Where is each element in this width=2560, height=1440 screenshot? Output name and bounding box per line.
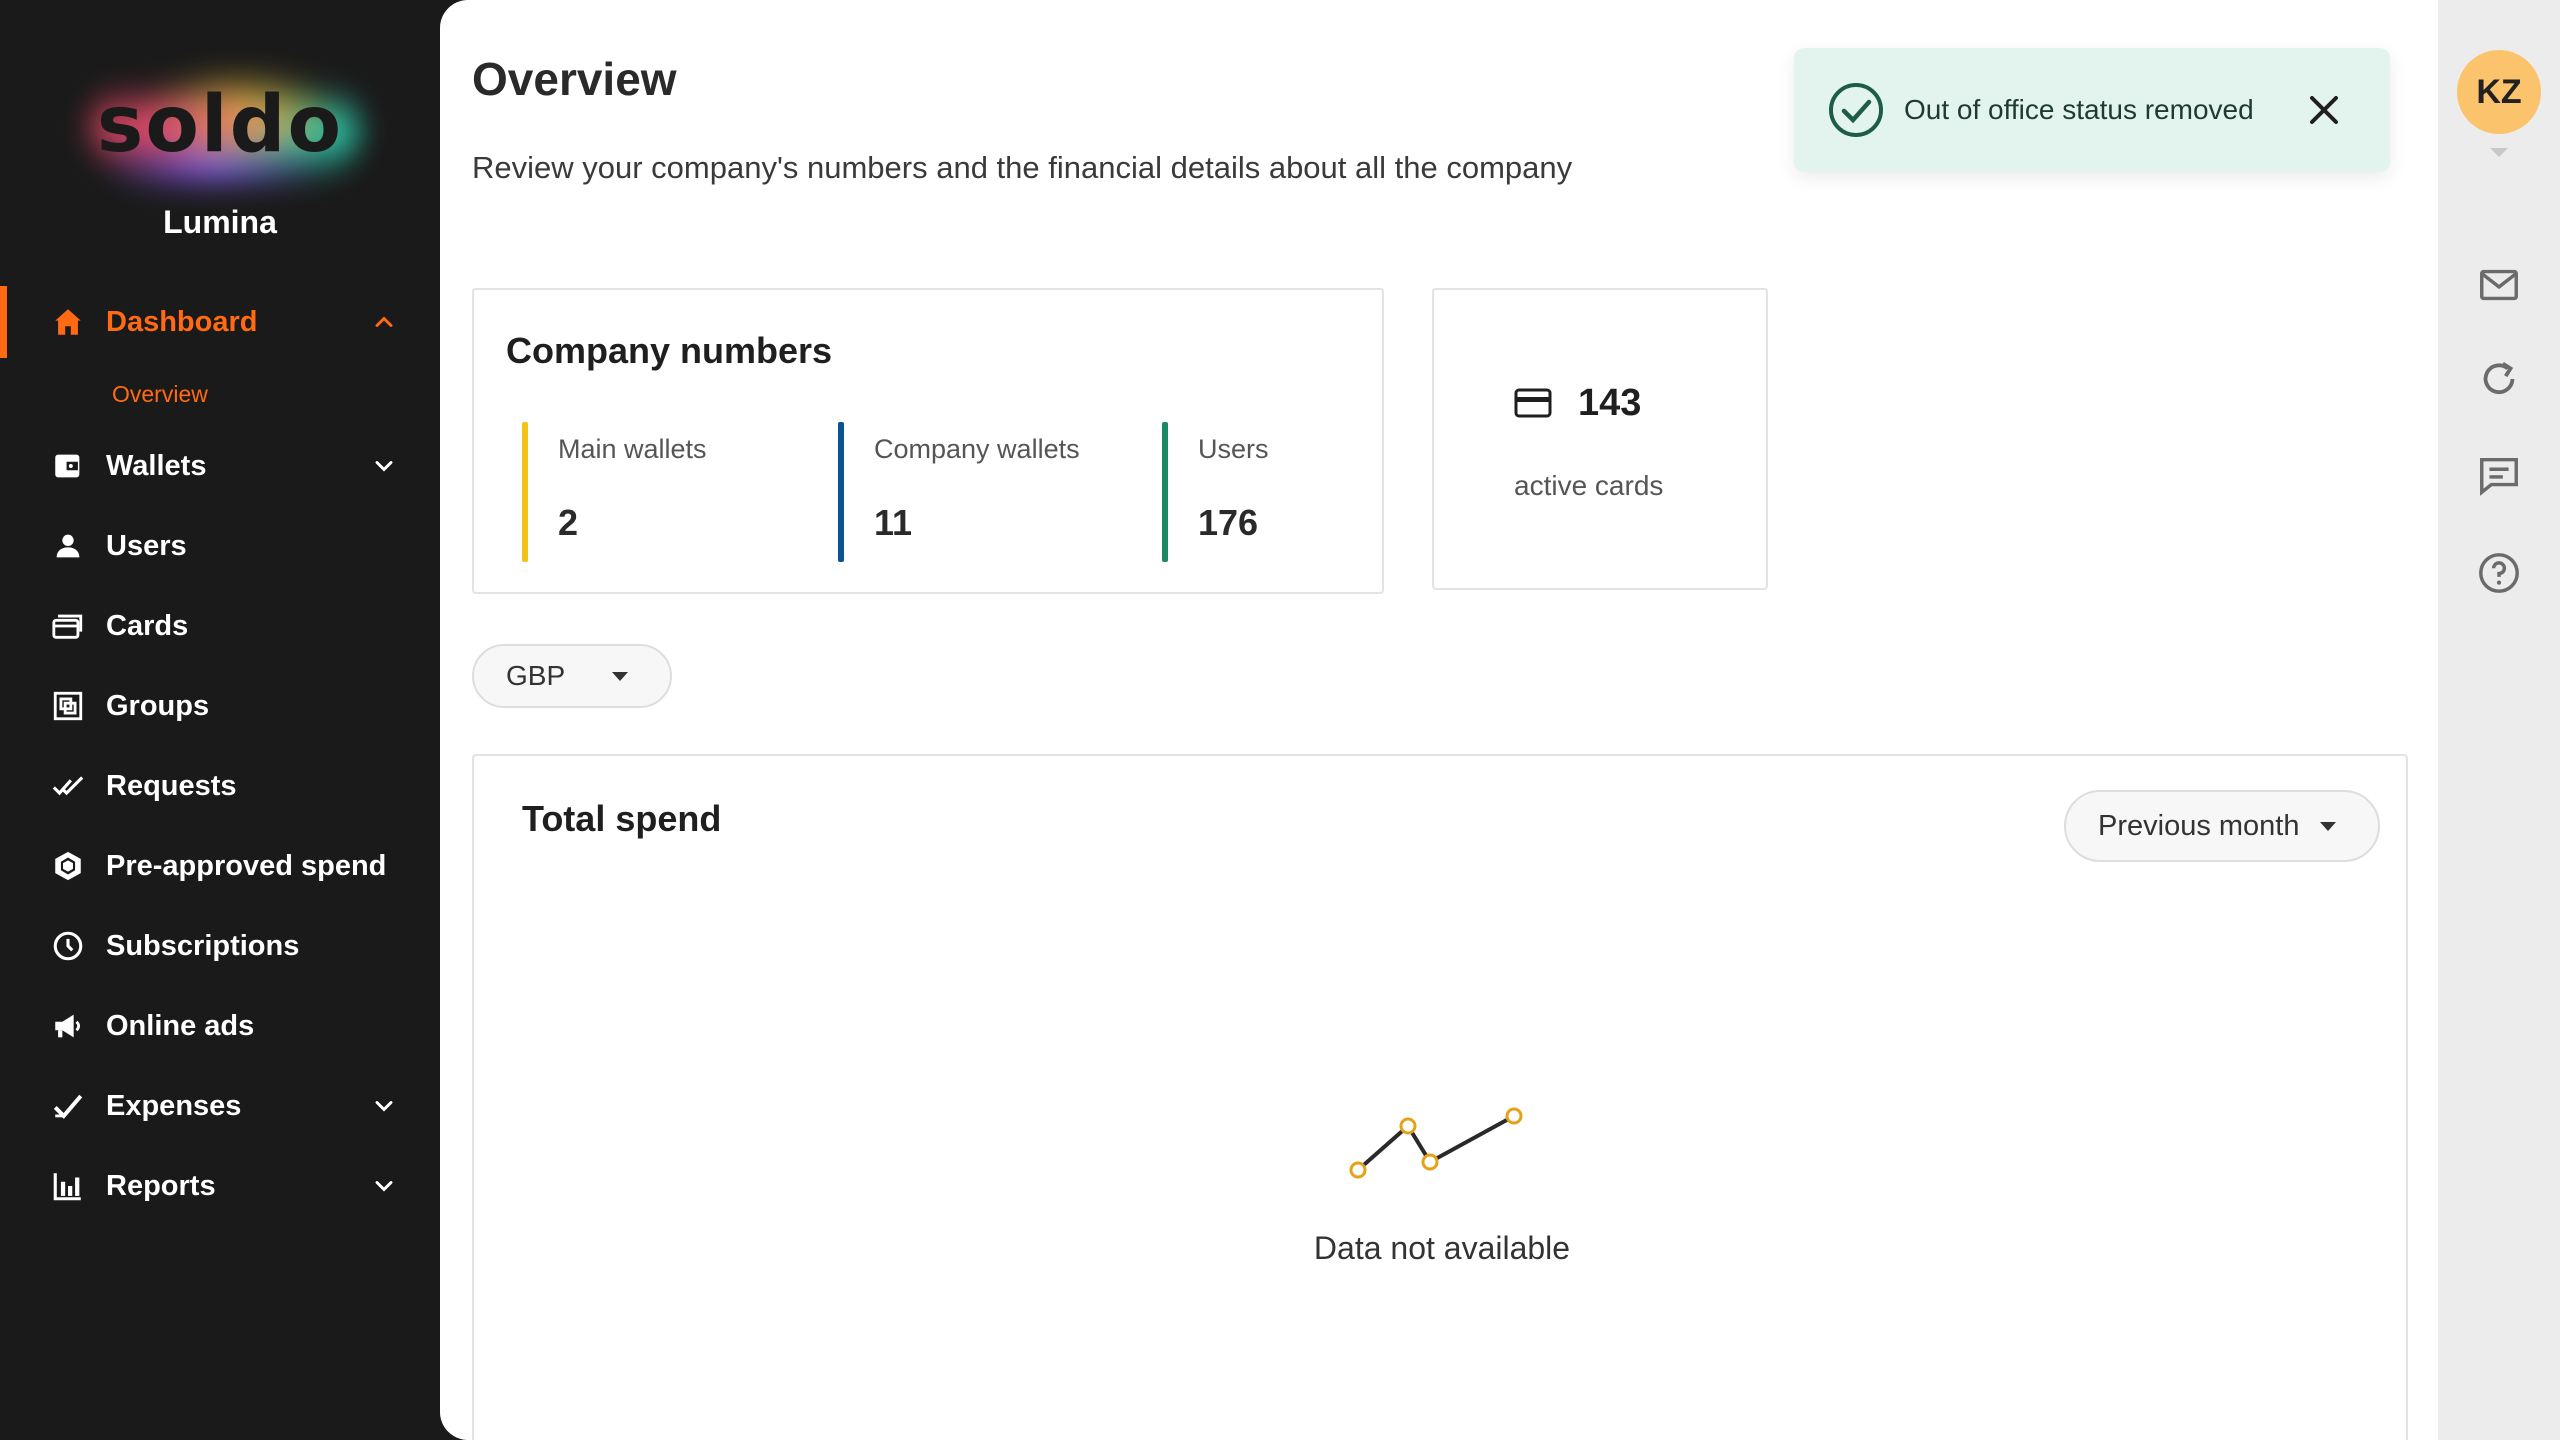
sidebar-item-label: Subscriptions — [106, 929, 300, 962]
main-content: Overview Review your company's numbers a… — [440, 0, 2438, 1440]
home-icon — [50, 304, 86, 340]
stat-color-bar — [522, 422, 528, 562]
refresh-icon — [2483, 362, 2515, 395]
sidebar-subitem-overview[interactable]: Overview — [0, 362, 440, 426]
sidebar: soldo Lumina Dashboard Overview Wallets … — [0, 0, 440, 1440]
bar-chart-icon — [50, 1168, 86, 1204]
sidebar-item-label: Dashboard — [106, 305, 258, 338]
mail-button[interactable] — [2474, 260, 2524, 310]
help-icon — [2479, 553, 2519, 593]
sidebar-item-label: Groups — [106, 689, 210, 722]
page-title: Overview — [472, 53, 677, 105]
company-numbers-card: Company numbers Main wallets 2 Company w… — [472, 288, 1384, 594]
soldo-logo[interactable]: soldo — [60, 50, 380, 200]
avatar-dropdown-icon[interactable] — [2490, 148, 2508, 157]
caret-down-icon — [2320, 822, 2336, 831]
mail-icon — [2480, 269, 2518, 301]
megaphone-icon — [50, 1008, 86, 1044]
chevron-down-icon[interactable] — [370, 452, 398, 480]
sidebar-item-label: Expenses — [106, 1089, 242, 1122]
toast-notification: Out of office status removed — [1794, 48, 2390, 172]
user-icon — [50, 528, 86, 564]
sidebar-item-label: Pre-approved spend — [106, 849, 387, 882]
cards-icon — [50, 608, 86, 644]
double-check-icon — [50, 768, 86, 804]
sidebar-item-label: Online ads — [106, 1009, 255, 1042]
stat-value: 176 — [1198, 502, 1259, 543]
stat-label: Main wallets — [558, 434, 707, 464]
sidebar-item-label: Users — [106, 529, 187, 562]
sidebar-item-subscriptions[interactable]: Subscriptions — [0, 906, 440, 986]
stat-value: 11 — [874, 502, 913, 543]
stat-value: 2 — [558, 502, 579, 543]
stat-color-bar — [1162, 422, 1168, 562]
period-select[interactable]: Previous month — [2064, 790, 2380, 862]
page-description: Review your company's numbers and the fi… — [472, 150, 1573, 185]
sidebar-item-groups[interactable]: Groups — [0, 666, 440, 746]
total-spend-card: Total spend Previous month Data not avai… — [472, 754, 2408, 1440]
line-chart-empty-icon — [1349, 1107, 1523, 1179]
stat-users[interactable]: Users 176 — [1162, 422, 1269, 562]
wallet-icon — [50, 448, 86, 484]
active-cards-label: active cards — [1514, 470, 1664, 501]
help-button[interactable] — [2474, 548, 2524, 598]
close-icon[interactable] — [2304, 90, 2344, 130]
sidebar-item-users[interactable]: Users — [0, 506, 440, 586]
organization-name: Lumina — [163, 204, 277, 240]
groups-icon — [50, 688, 86, 724]
sidebar-item-online-ads[interactable]: Online ads — [0, 986, 440, 1066]
sidebar-item-label: Wallets — [106, 449, 207, 482]
sidebar-item-pre-approved-spend[interactable]: Pre-approved spend — [0, 826, 440, 906]
active-cards-count: 143 — [1578, 382, 1642, 424]
chevron-down-icon[interactable] — [370, 1092, 398, 1120]
stat-company-wallets[interactable]: Company wallets 11 — [838, 422, 1080, 562]
period-value: Previous month — [2098, 809, 2300, 842]
sidebar-item-expenses[interactable]: Expenses — [0, 1066, 440, 1146]
stat-label: Users — [1198, 434, 1269, 464]
right-rail: KZ — [2438, 0, 2560, 1440]
toast-message: Out of office status removed — [1904, 94, 2254, 125]
user-avatar[interactable]: KZ — [2457, 50, 2541, 134]
sidebar-item-label: Cards — [106, 609, 189, 642]
chat-icon — [2480, 457, 2518, 496]
sidebar-item-requests[interactable]: Requests — [0, 746, 440, 826]
sidebar-item-cards[interactable]: Cards — [0, 586, 440, 666]
currency-select[interactable]: GBP — [472, 644, 672, 708]
check-circle-icon — [1829, 83, 1883, 137]
logo-text: soldo — [96, 80, 344, 170]
sidebar-nav: Dashboard Overview Wallets Users Cards G… — [0, 282, 440, 1226]
credit-card-icon — [1514, 388, 1552, 418]
sidebar-item-label: Reports — [106, 1169, 216, 1202]
card-title: Total spend — [522, 798, 722, 839]
active-cards-card[interactable]: 143 active cards — [1432, 288, 1768, 590]
chevron-down-icon[interactable] — [370, 1172, 398, 1200]
stat-label: Company wallets — [874, 434, 1080, 464]
chevron-up-icon[interactable] — [370, 308, 398, 336]
refresh-button[interactable] — [2474, 354, 2524, 404]
sidebar-item-dashboard[interactable]: Dashboard — [0, 282, 440, 362]
currency-value: GBP — [506, 660, 566, 691]
empty-state-message: Data not available — [1313, 1230, 1571, 1266]
stat-main-wallets[interactable]: Main wallets 2 — [522, 422, 707, 562]
stat-color-bar — [838, 422, 844, 562]
chat-button[interactable] — [2474, 450, 2524, 500]
hexagon-icon — [50, 848, 86, 884]
card-title: Company numbers — [506, 330, 833, 371]
clock-icon — [50, 928, 86, 964]
caret-down-icon — [612, 672, 628, 681]
sidebar-item-wallets[interactable]: Wallets — [0, 426, 440, 506]
sidebar-item-label: Requests — [106, 769, 237, 802]
check-icon — [50, 1088, 86, 1124]
sidebar-item-reports[interactable]: Reports — [0, 1146, 440, 1226]
